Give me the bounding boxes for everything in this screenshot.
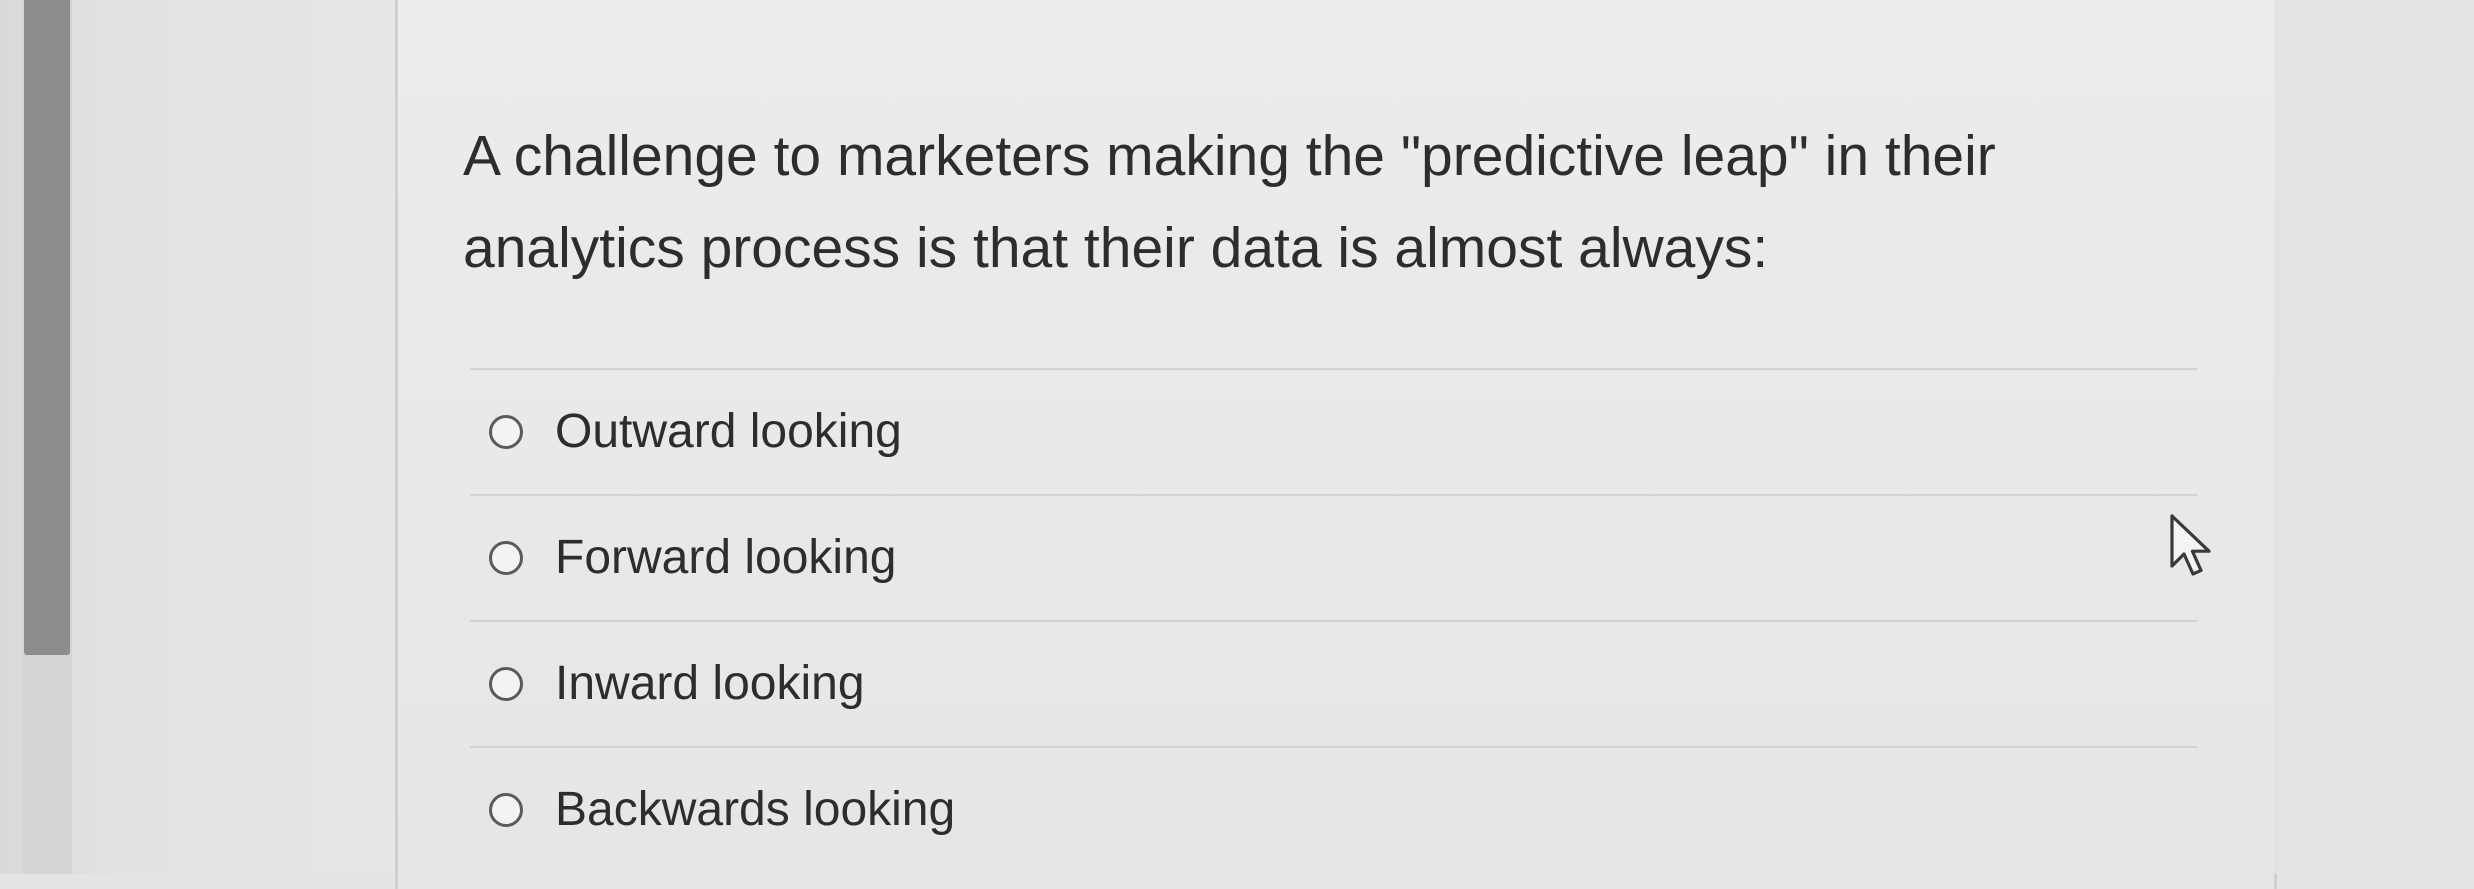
answer-option-forward-looking[interactable]: Forward looking — [470, 494, 2197, 620]
question-text: A challenge to marketers making the "pre… — [463, 124, 1996, 280]
radio-button-icon[interactable] — [489, 667, 523, 701]
right-margin — [2274, 0, 2474, 874]
mouse-pointer-icon — [2170, 514, 2211, 576]
radio-button-icon[interactable] — [489, 541, 523, 575]
answer-label[interactable]: Backwards looking — [555, 786, 955, 834]
scrollbar-thumb[interactable] — [24, 0, 70, 655]
answer-label[interactable]: Outward looking — [555, 408, 902, 456]
answer-label[interactable]: Forward looking — [555, 534, 896, 582]
radio-button-icon[interactable] — [489, 793, 523, 827]
answer-option-inward-looking[interactable]: Inward looking — [470, 620, 2197, 746]
answer-option-backwards-looking[interactable]: Backwards looking — [470, 746, 2197, 872]
answer-option-outward-looking[interactable]: Outward looking — [470, 368, 2197, 494]
answer-label[interactable]: Inward looking — [555, 660, 865, 708]
radio-button-icon[interactable] — [489, 415, 523, 449]
answer-list: Outward looking Forward looking Inward l… — [470, 368, 2197, 872]
